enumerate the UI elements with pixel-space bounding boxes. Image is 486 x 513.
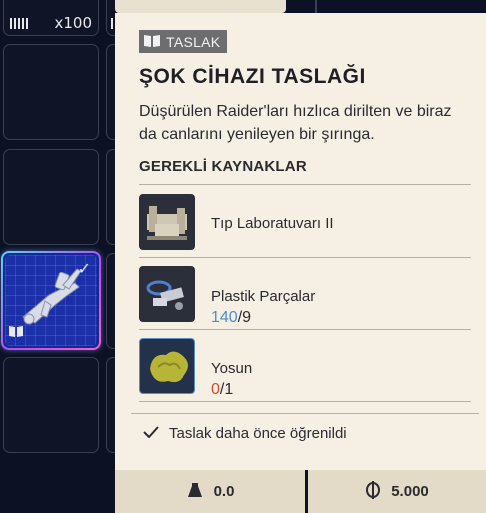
learned-status: Taslak daha önce öğrenildi	[143, 425, 347, 442]
resource-name: Plastik Parçalar	[211, 288, 316, 305]
checkmark-icon: ✓	[77, 261, 91, 278]
defibrillator-blueprint-image: ✓	[5, 255, 97, 346]
item-title: ŞOK CİHAZI TASLAĞI	[139, 65, 366, 88]
panel-tab[interactable]	[315, 0, 486, 13]
item-description: Düşürülen Raider'ları hızlıca dirilten v…	[139, 103, 452, 143]
panel-top-strip	[115, 0, 486, 13]
resource-name: Yosun	[211, 360, 253, 377]
panel-footer: 0.0 5.000	[115, 470, 486, 513]
weight-icon	[186, 482, 204, 502]
divider	[131, 413, 479, 414]
resource-have: 0	[211, 381, 220, 398]
inventory-slot[interactable]	[106, 149, 115, 245]
required-resources-heading: GEREKLİ KAYNAKLAR	[139, 158, 307, 175]
inventory-slot[interactable]	[3, 44, 99, 140]
inventory-slot[interactable]	[106, 253, 115, 349]
stack-bars-icon	[10, 18, 28, 29]
resource-need: 9	[242, 309, 252, 326]
moss-icon	[139, 338, 195, 394]
panel-body: TASLAK ŞOK CİHAZI TASLAĞI Düşürülen Raid…	[115, 13, 486, 470]
resource-name: Tıp Laboratuvarı II	[211, 215, 334, 232]
learned-text: Taslak daha önce öğrenildi	[169, 425, 347, 442]
blueprint-badge: TASLAK	[139, 30, 228, 53]
plastic-parts-icon	[139, 266, 195, 322]
weight-value: 0.0	[213, 483, 235, 500]
panel-tab[interactable]	[115, 0, 286, 13]
divider	[139, 401, 471, 402]
resource-amount: 0/1	[211, 381, 233, 399]
resource-amount: 140/9	[211, 309, 251, 327]
blueprint-book-icon	[144, 34, 160, 50]
inventory-slot[interactable]: x100	[3, 0, 99, 36]
medical-lab-icon	[139, 194, 195, 250]
divider	[139, 184, 471, 185]
blueprint-book-icon	[9, 324, 23, 342]
checkmark-icon	[143, 425, 159, 442]
inventory-slot[interactable]	[106, 0, 115, 36]
coin-icon	[365, 480, 381, 503]
inventory-slot-selected[interactable]: ✓	[1, 251, 101, 350]
inventory-slot[interactable]	[3, 149, 99, 245]
inventory-slot[interactable]	[106, 44, 115, 140]
slot-count: x100	[54, 14, 92, 32]
resource-need: 1	[224, 381, 234, 398]
price-cell: 5.000	[308, 470, 486, 513]
item-detail-panel: TASLAK ŞOK CİHAZI TASLAĞI Düşürülen Raid…	[115, 0, 486, 513]
badge-label: TASLAK	[166, 33, 221, 50]
weight-cell: 0.0	[115, 470, 305, 513]
inventory-slot[interactable]	[3, 357, 99, 453]
inventory-grid: x100 ✓	[0, 0, 115, 513]
divider	[139, 257, 471, 258]
price-value: 5.000	[391, 483, 429, 500]
resource-have: 140	[211, 309, 238, 326]
divider	[139, 329, 471, 330]
inventory-slot[interactable]	[106, 357, 115, 453]
